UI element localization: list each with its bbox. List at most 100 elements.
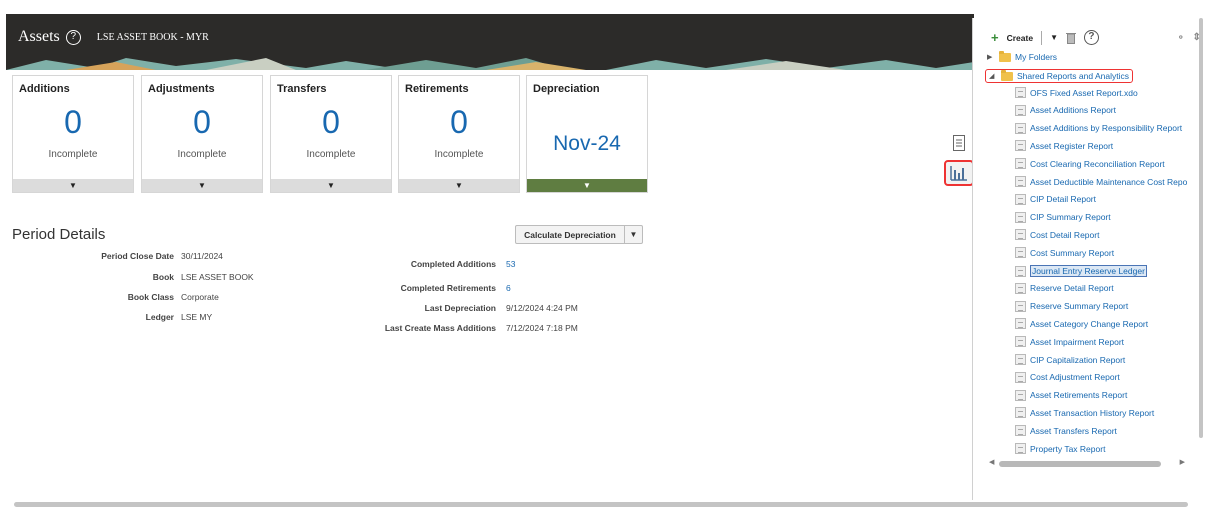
report-label[interactable]: CIP Summary Report: [1030, 212, 1111, 222]
report-item[interactable]: Asset Additions Report: [1015, 104, 1116, 116]
report-label[interactable]: Asset Impairment Report: [1030, 337, 1124, 347]
report-item[interactable]: CIP Detail Report: [1015, 193, 1096, 205]
tile-depreciation[interactable]: Depreciation Nov-24 ▼: [526, 75, 648, 193]
tile-expand-button[interactable]: ▼: [527, 179, 647, 192]
report-item[interactable]: Cost Detail Report: [1015, 229, 1099, 241]
calculate-depreciation-label: Calculate Depreciation: [524, 229, 616, 240]
tile-expand-button[interactable]: ▼: [13, 179, 133, 192]
report-item[interactable]: Asset Deductible Maintenance Cost Repo: [1015, 176, 1187, 187]
tile-value[interactable]: 0: [13, 104, 133, 141]
scroll-right-icon[interactable]: ▶: [1180, 458, 1185, 466]
chevron-down-icon: ▼: [583, 181, 591, 190]
bar-chart-icon: [950, 166, 967, 181]
report-label[interactable]: Cost Summary Report: [1030, 248, 1114, 258]
folder-shared-reports[interactable]: ◢ Shared Reports and Analytics: [985, 69, 1133, 83]
report-label[interactable]: Asset Register Report: [1030, 141, 1113, 151]
book-value: LSE ASSET BOOK: [181, 272, 254, 282]
report-label[interactable]: OFS Fixed Asset Report.xdo: [1030, 88, 1138, 98]
report-label[interactable]: Journal Entry Reserve Ledger: [1030, 265, 1147, 277]
folder-label[interactable]: Shared Reports and Analytics: [1017, 71, 1129, 81]
folder-icon: [999, 50, 1011, 62]
scroll-left-icon[interactable]: ◀: [989, 458, 994, 466]
chevron-down-icon[interactable]: ▼: [624, 226, 642, 243]
tile-retirements[interactable]: Retirements 0 Incomplete ▼: [398, 75, 520, 193]
tile-value[interactable]: 0: [142, 104, 262, 141]
report-item[interactable]: Cost Clearing Reconciliation Report: [1015, 158, 1165, 170]
report-label[interactable]: Asset Retirements Report: [1030, 390, 1127, 400]
folder-my-folders[interactable]: ▶ My Folders: [987, 50, 1057, 62]
toolbar-divider: [1041, 30, 1043, 45]
page-subtitle: LSE ASSET BOOK - MYR: [96, 31, 209, 43]
report-document-icon: [1015, 87, 1026, 98]
tile-expand-button[interactable]: ▼: [399, 179, 519, 192]
report-item[interactable]: Property Tax Report: [1015, 443, 1105, 454]
report-item[interactable]: Cost Adjustment Report: [1015, 371, 1120, 383]
tile-additions[interactable]: Additions 0 Incomplete ▼: [12, 75, 134, 193]
reports-panel-button[interactable]: [944, 160, 974, 186]
report-label[interactable]: Cost Adjustment Report: [1030, 372, 1120, 382]
report-item[interactable]: Reserve Detail Report: [1015, 282, 1114, 294]
report-item[interactable]: Cost Summary Report: [1015, 247, 1114, 259]
reports-panel: + Create ▼ ? ⚬ ⇕ ▶ My Folders ◢ Shared R…: [972, 18, 1201, 500]
tile-value[interactable]: 0: [399, 104, 519, 141]
report-item[interactable]: Reserve Summary Report: [1015, 300, 1128, 312]
report-item[interactable]: CIP Capitalization Report: [1015, 354, 1125, 365]
report-label[interactable]: Reserve Detail Report: [1030, 283, 1114, 293]
delete-icon[interactable]: [1065, 32, 1076, 44]
report-item[interactable]: Asset Retirements Report: [1015, 389, 1127, 401]
report-item[interactable]: Asset Category Change Report: [1015, 318, 1148, 330]
create-button[interactable]: Create: [1007, 33, 1033, 43]
scrollbar-thumb[interactable]: [999, 461, 1161, 467]
completed-retirements-label: Completed Retirements: [400, 283, 496, 293]
report-item[interactable]: Asset Register Report: [1015, 140, 1113, 152]
tile-expand-button[interactable]: ▼: [271, 179, 391, 192]
panel-vertical-scrollbar[interactable]: [1198, 18, 1204, 500]
report-label[interactable]: Cost Clearing Reconciliation Report: [1030, 159, 1165, 169]
report-document-icon: [1015, 318, 1026, 330]
calculate-depreciation-button[interactable]: Calculate Depreciation ▼: [515, 225, 643, 244]
report-label[interactable]: Asset Transaction History Report: [1030, 408, 1154, 418]
tile-period[interactable]: Nov-24: [527, 132, 647, 156]
help-icon[interactable]: ?: [65, 29, 81, 45]
report-item[interactable]: Asset Additions by Responsibility Report: [1015, 122, 1182, 134]
report-label[interactable]: Asset Category Change Report: [1030, 319, 1148, 329]
report-label[interactable]: Property Tax Report: [1030, 444, 1105, 454]
report-item[interactable]: Asset Transaction History Report: [1015, 407, 1154, 419]
report-item[interactable]: CIP Summary Report: [1015, 211, 1111, 223]
report-label[interactable]: Asset Transfers Report: [1030, 426, 1117, 436]
tile-expand-button[interactable]: ▼: [142, 179, 262, 192]
report-item[interactable]: Asset Impairment Report: [1015, 336, 1124, 348]
folder-label[interactable]: My Folders: [1015, 52, 1057, 62]
scrollbar-thumb[interactable]: [14, 502, 1188, 507]
horizontal-scrollbar[interactable]: [6, 500, 1196, 507]
plus-icon[interactable]: +: [991, 30, 999, 45]
book-class-value: Corporate: [181, 292, 219, 302]
report-document-icon: [1015, 140, 1026, 152]
report-document-icon: [1015, 371, 1026, 383]
completed-additions-link[interactable]: 53: [506, 259, 515, 269]
chevron-down-icon[interactable]: ▼: [1050, 33, 1058, 42]
report-label[interactable]: Asset Additions Report: [1030, 105, 1116, 115]
tile-value[interactable]: 0: [271, 104, 391, 141]
chevron-down-icon: ▼: [69, 181, 77, 190]
tasks-panel-button[interactable]: [944, 130, 974, 156]
completed-retirements-link[interactable]: 6: [506, 283, 511, 293]
report-label[interactable]: CIP Capitalization Report: [1030, 355, 1125, 365]
report-label[interactable]: Asset Deductible Maintenance Cost Repo: [1030, 177, 1187, 187]
report-label[interactable]: Cost Detail Report: [1030, 230, 1099, 240]
tile-adjustments[interactable]: Adjustments 0 Incomplete ▼: [141, 75, 263, 193]
report-item[interactable]: OFS Fixed Asset Report.xdo: [1015, 87, 1138, 98]
report-label[interactable]: Reserve Summary Report: [1030, 301, 1128, 311]
scrollbar-thumb[interactable]: [1199, 18, 1203, 438]
chevron-down-icon[interactable]: ◢: [989, 72, 997, 80]
report-label[interactable]: CIP Detail Report: [1030, 194, 1096, 204]
report-label[interactable]: Asset Additions by Responsibility Report: [1030, 123, 1182, 133]
panel-horizontal-scrollbar[interactable]: ◀ ▶: [989, 458, 1185, 468]
report-document-icon: [1015, 354, 1026, 365]
settings-icon[interactable]: ⚬: [1177, 32, 1185, 43]
chevron-right-icon[interactable]: ▶: [987, 53, 995, 61]
tile-transfers[interactable]: Transfers 0 Incomplete ▼: [270, 75, 392, 193]
help-icon[interactable]: ?: [1083, 30, 1099, 45]
report-item[interactable]: Journal Entry Reserve Ledger: [1015, 265, 1147, 277]
report-item[interactable]: Asset Transfers Report: [1015, 425, 1117, 437]
